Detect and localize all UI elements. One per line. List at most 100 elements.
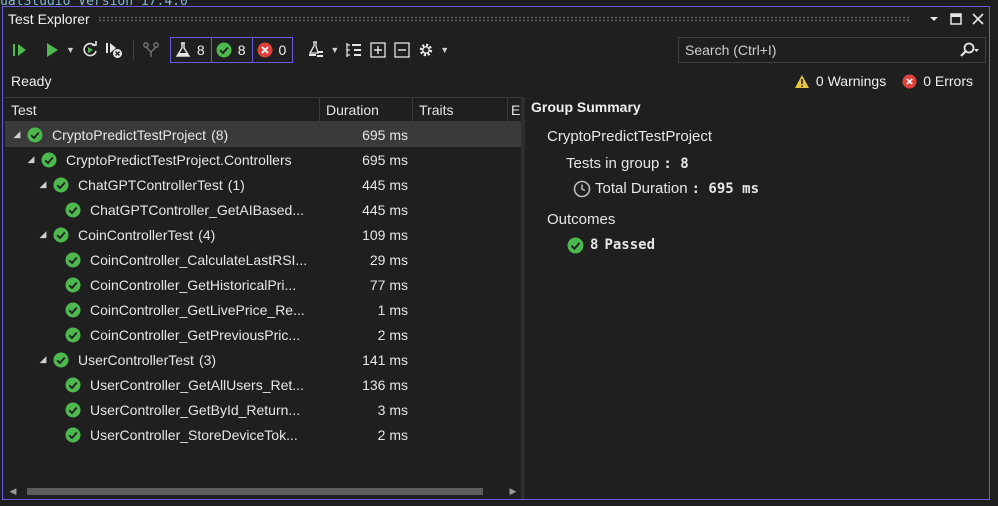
test-name: UserController_GetAllUsers_Ret... <box>90 376 304 393</box>
group-by-button[interactable] <box>343 37 365 63</box>
test-tree-row[interactable]: ◢ ChatGPTControllerTest (1) 445 ms <box>5 172 521 197</box>
run-dropdown-caret[interactable]: ▼ <box>66 45 75 55</box>
test-duration: 141 ms <box>362 351 408 368</box>
passed-icon <box>65 427 81 443</box>
expand-toggle-icon[interactable]: ◢ <box>37 179 49 190</box>
run-button[interactable] <box>41 37 63 63</box>
test-name: ChatGPTControllerTest <box>78 176 223 193</box>
passed-tests-counter[interactable]: 8 <box>210 38 252 62</box>
collapse-all-icon <box>394 42 410 58</box>
group-summary-panel: Group Summary CryptoPredictTestProject T… <box>525 97 989 499</box>
test-name-cell: CoinController_CalculateLastRSI... <box>5 252 320 268</box>
test-duration: 695 ms <box>362 151 408 168</box>
passed-label: Passed <box>604 237 656 253</box>
test-tree-row[interactable]: CoinController_GetLivePrice_Re... 1 ms <box>5 297 521 322</box>
warning-icon <box>794 74 809 88</box>
gear-icon <box>420 43 433 57</box>
test-tree-row[interactable]: CoinController_GetPreviousPric... 2 ms <box>5 322 521 347</box>
test-duration: 29 ms <box>369 251 408 268</box>
playlist-icon <box>309 41 324 57</box>
test-name-cell: CoinController_GetLivePrice_Re... <box>5 302 320 318</box>
test-tree-row[interactable]: UserController_StoreDeviceTok... 2 ms <box>5 422 521 447</box>
close-button[interactable] <box>967 8 989 30</box>
passed-icon <box>65 402 81 418</box>
cancel-run-button[interactable] <box>103 37 125 63</box>
run-all-icon <box>13 44 26 56</box>
expand-toggle-icon[interactable]: ◢ <box>37 354 49 365</box>
outcome-counters: 8 8 0 <box>169 37 294 63</box>
scroll-right-arrow[interactable]: ▶ <box>505 486 521 497</box>
test-name: CoinController_GetHistoricalPri... <box>90 276 297 293</box>
test-tree-row[interactable]: CoinController_GetHistoricalPri... 77 ms <box>5 272 521 297</box>
group-by-icon <box>346 43 362 57</box>
total-tests-counter[interactable]: 8 <box>171 38 211 62</box>
status-row: Ready 0 Warnings 0 Errors <box>3 69 989 93</box>
test-tree-row[interactable]: ChatGPTController_GetAIBased... 445 ms <box>5 197 521 222</box>
test-name-cell: ◢ CryptoPredictTestProject (8) <box>5 127 320 143</box>
title-bar: Test Explorer <box>3 7 989 31</box>
expand-all-button[interactable] <box>367 37 389 63</box>
expand-toggle-icon[interactable]: ◢ <box>11 129 23 140</box>
test-name-cell: ◢ CryptoPredictTestProject.Controllers <box>5 152 320 168</box>
horizontal-scrollbar[interactable]: ◀ ▶ <box>5 483 521 499</box>
test-duration: 1 ms <box>377 301 408 318</box>
repeat-run-icon <box>83 41 97 57</box>
test-tree-row[interactable]: ◢ CryptoPredictTestProject.Controllers 695… <box>5 147 521 172</box>
test-name-cell: CoinController_GetPreviousPric... <box>5 327 320 343</box>
collapse-all-button[interactable] <box>391 37 413 63</box>
passed-icon <box>65 252 81 268</box>
repeat-last-run-button[interactable] <box>79 37 101 63</box>
scroll-track[interactable] <box>21 483 505 499</box>
passed-icon <box>53 177 69 193</box>
column-header-traits[interactable]: Traits <box>413 98 508 121</box>
test-tree-row[interactable]: UserController_GetById_Return... 3 ms <box>5 397 521 422</box>
column-header-duration[interactable]: Duration <box>320 98 413 121</box>
errors-status[interactable]: 0 Errors <box>902 73 973 89</box>
maximize-icon <box>950 13 962 25</box>
playlist-button[interactable] <box>305 37 327 63</box>
scroll-thumb[interactable] <box>27 488 483 495</box>
test-tree-row[interactable]: ◢ CryptoPredictTestProject (8) 695 ms <box>5 122 521 147</box>
test-duration: 695 ms <box>362 126 408 143</box>
warnings-status[interactable]: 0 Warnings <box>794 73 886 89</box>
passed-icon <box>567 237 584 253</box>
test-name-cell: ChatGPTController_GetAIBased... <box>5 202 320 218</box>
total-duration: Total Duration : 695 ms <box>573 176 989 201</box>
test-duration: 2 ms <box>377 326 408 343</box>
passed-icon <box>53 352 69 368</box>
run-all-button[interactable] <box>9 37 31 63</box>
column-header-error[interactable]: E <box>508 98 521 121</box>
warnings-text: 0 Warnings <box>815 73 887 89</box>
test-name: UserController_GetById_Return... <box>90 401 301 418</box>
settings-button[interactable] <box>415 37 437 63</box>
test-name: UserController_StoreDeviceTok... <box>90 426 298 443</box>
test-tree-row[interactable]: ◢ CoinControllerTest (4) 109 ms <box>5 222 521 247</box>
chevron-down-icon <box>930 17 938 21</box>
search-icon[interactable] <box>959 42 979 58</box>
test-duration: 445 ms <box>362 201 408 218</box>
window-menu-button[interactable] <box>923 8 945 30</box>
passed-icon <box>27 127 43 143</box>
drag-grip[interactable] <box>97 16 911 22</box>
filter-icon <box>143 42 159 57</box>
passed-icon <box>65 277 81 293</box>
expand-toggle-icon[interactable]: ◢ <box>37 229 49 240</box>
test-tree-row[interactable]: ◢ UserControllerTest (3) 141 ms <box>5 347 521 372</box>
filter-button[interactable] <box>140 37 162 63</box>
maximize-button[interactable] <box>945 8 967 30</box>
errors-text: 0 Errors <box>923 73 973 89</box>
search-box[interactable] <box>678 37 986 63</box>
settings-dropdown-caret[interactable]: ▼ <box>440 45 449 55</box>
playlist-dropdown-caret[interactable]: ▼ <box>330 45 339 55</box>
test-tree-row[interactable]: CoinController_CalculateLastRSI... 29 ms <box>5 247 521 272</box>
search-input[interactable] <box>685 42 959 58</box>
test-name: CoinControllerTest <box>78 226 194 243</box>
test-tree-row[interactable]: UserController_GetAllUsers_Ret... 136 ms <box>5 372 521 397</box>
expand-toggle-icon[interactable]: ◢ <box>25 154 37 165</box>
passed-icon <box>41 152 57 168</box>
column-header-test[interactable]: Test <box>5 98 320 121</box>
scroll-left-arrow[interactable]: ◀ <box>5 486 21 497</box>
failed-tests-counter[interactable]: 0 <box>251 38 293 62</box>
run-icon <box>47 43 58 57</box>
tests-in-group-value: : 8 <box>663 155 689 172</box>
